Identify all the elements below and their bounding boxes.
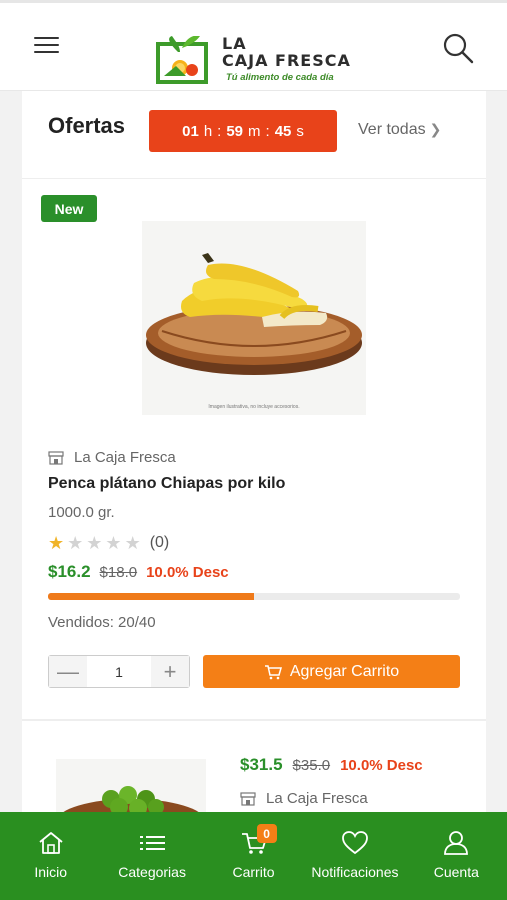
cart-count-badge: 0	[256, 824, 277, 843]
product2-store-row[interactable]: La Caja Fresca	[240, 790, 368, 807]
search-icon[interactable]	[440, 31, 476, 65]
offers-title: Ofertas	[48, 113, 126, 138]
product2-original-price: $35.0	[292, 757, 331, 774]
product2-image[interactable]	[56, 759, 206, 812]
bottom-navigation: Inicio Categorias 0 Carrito Notificacion…	[0, 812, 507, 900]
product2-discount-label: 10.0% Desc	[340, 757, 423, 774]
rating-count: (0)	[149, 534, 170, 551]
timer-seconds-unit: s	[296, 122, 304, 140]
nav-item-cuenta[interactable]: Cuenta	[406, 812, 507, 900]
logo-box-icon	[156, 36, 208, 84]
logo-text-line2: CAJA FRESCA	[222, 51, 351, 70]
nav-label: Inicio	[34, 864, 68, 880]
nav-item-carrito[interactable]: 0 Carrito	[203, 812, 304, 900]
cart-icon	[264, 664, 282, 679]
store-row[interactable]: La Caja Fresca	[48, 449, 176, 466]
sold-progress-fill	[48, 593, 254, 600]
offers-header: Ofertas 01 h : 59 m : 45 s Ver todas ❯	[22, 91, 486, 179]
nav-label: Notificaciones	[311, 864, 399, 880]
new-badge: New	[41, 195, 97, 222]
star-filled-icon: ★	[48, 533, 65, 553]
nav-item-notificaciones[interactable]: Notificaciones	[304, 812, 405, 900]
countdown-timer: 01 h : 59 m : 45 s	[149, 110, 337, 152]
increase-quantity-button[interactable]: +	[151, 656, 189, 687]
user-icon	[444, 831, 469, 855]
nav-label: Carrito	[232, 864, 275, 880]
nav-label: Categorias	[118, 864, 186, 880]
quantity-input[interactable]	[87, 656, 151, 687]
add-to-cart-label: Agregar Carrito	[289, 662, 400, 680]
timer-seconds: 45	[274, 122, 292, 140]
product-rating: ★ ★ ★ ★ ★ (0)	[48, 534, 169, 552]
heart-icon	[342, 831, 368, 855]
limes-tray-illustration	[56, 759, 206, 812]
see-all-label: Ver todas	[358, 121, 426, 138]
timer-minutes-unit: m	[248, 122, 261, 140]
sold-count: Vendidos: 20/40	[48, 614, 156, 631]
product-weight: 1000.0 gr.	[48, 504, 115, 521]
star-empty-icon: ★	[67, 533, 84, 553]
card-divider	[22, 719, 486, 721]
timer-colon: :	[217, 122, 222, 140]
star-empty-icon: ★	[86, 533, 103, 553]
decrease-quantity-button[interactable]: —	[49, 656, 87, 687]
quantity-stepper: — +	[48, 655, 190, 688]
logo[interactable]: LA CAJA FRESCA Tú alimento de cada día	[152, 9, 362, 89]
offers-section: Ofertas 01 h : 59 m : 45 s Ver todas ❯ Ne…	[22, 91, 486, 812]
star-empty-icon: ★	[105, 533, 122, 553]
list-icon	[140, 836, 166, 850]
star-empty-icon: ★	[124, 533, 141, 553]
app-header: LA CAJA FRESCA Tú alimento de cada día	[0, 3, 507, 91]
timer-hours: 01	[182, 122, 199, 140]
product2-current-price: $31.5	[240, 755, 283, 774]
product-name[interactable]: Penca plátano Chiapas por kilo	[48, 475, 285, 493]
store-icon	[240, 791, 256, 806]
add-to-cart-button[interactable]: Agregar Carrito	[203, 655, 460, 688]
timer-hours-unit: h	[203, 122, 213, 140]
nav-item-inicio[interactable]: Inicio	[0, 812, 101, 900]
original-price: $18.0	[99, 564, 138, 581]
nav-label: Cuenta	[433, 864, 479, 880]
nav-item-categorias[interactable]: Categorias	[101, 812, 202, 900]
timer-minutes: 59	[226, 122, 244, 140]
product2-store-name: La Caja Fresca	[266, 790, 368, 807]
logo-tagline: Tú alimento de cada día	[226, 72, 334, 83]
hamburger-menu-icon[interactable]	[32, 35, 62, 57]
see-all-link[interactable]: Ver todas ❯	[358, 121, 441, 139]
price-row: $16.2 $18.0 10.0% Desc	[48, 562, 229, 582]
banana-tray-illustration	[142, 221, 366, 415]
product-image[interactable]: Imagen ilustrativa, no incluye accesorio…	[142, 221, 366, 415]
chevron-right-icon: ❯	[429, 121, 442, 137]
sold-progress-bar	[48, 593, 460, 600]
store-name: La Caja Fresca	[74, 449, 176, 466]
image-caption: Imagen ilustrativa, no incluye accesorio…	[208, 404, 300, 410]
timer-colon: :	[265, 122, 270, 140]
home-icon	[39, 832, 63, 854]
store-icon	[48, 450, 64, 465]
product2-price-row: $31.5 $35.0 10.0% Desc	[240, 755, 423, 775]
discount-label: 10.0% Desc	[146, 564, 229, 581]
current-price: $16.2	[48, 562, 91, 581]
